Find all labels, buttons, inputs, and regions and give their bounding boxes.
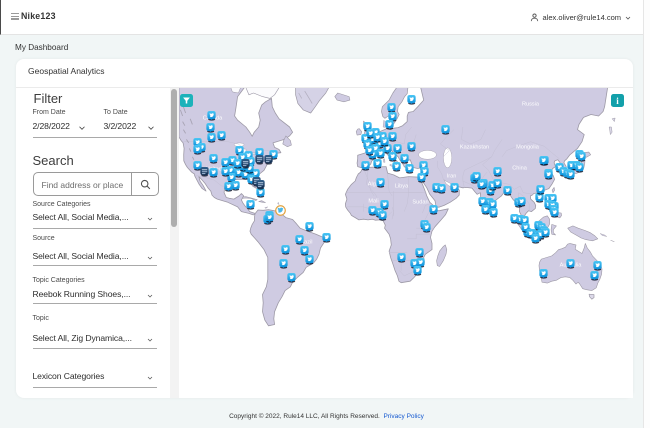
svg-text:Libya: Libya (394, 183, 408, 189)
svg-text:Russia: Russia (521, 101, 539, 107)
svg-text:Sudan: Sudan (412, 199, 428, 205)
svg-text:China: China (512, 165, 528, 171)
svg-text:Mali: Mali (368, 198, 378, 204)
svg-text:Mongolia: Mongolia (516, 144, 540, 150)
svg-text:Iran: Iran (446, 173, 456, 179)
svg-text:Kazakhstan: Kazakhstan (459, 144, 488, 150)
